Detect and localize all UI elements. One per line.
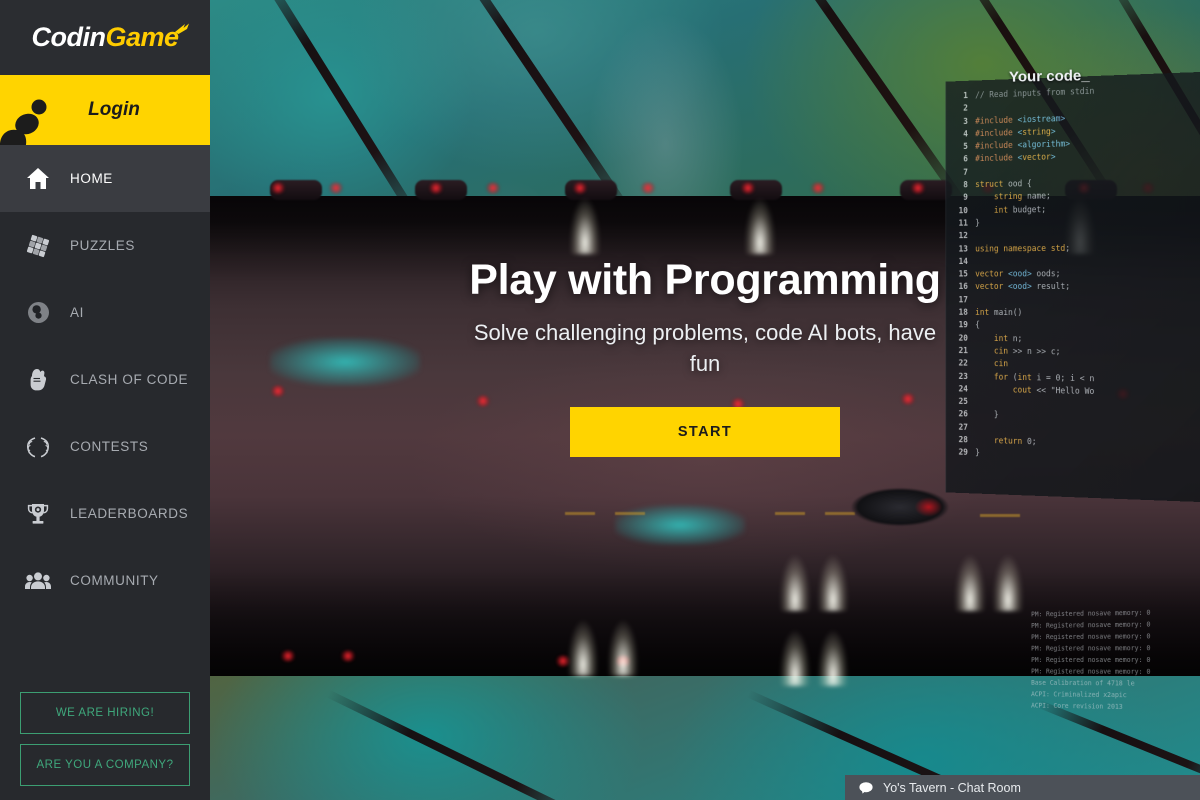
headlight-glow [570, 198, 600, 254]
console-log-line: PM: Registered nosave memory: 0 [1031, 644, 1151, 653]
console-log-line: PM: Registered nosave memory: 0 [1031, 632, 1151, 642]
hero-content: Play with Programming Solve challenging … [210, 256, 1200, 457]
lane-marking [615, 512, 645, 515]
code-text: struct ood { [975, 179, 1032, 191]
trophy-icon [20, 502, 56, 526]
deck-light [270, 182, 286, 194]
bridge-pylon [900, 180, 952, 200]
deck-light [485, 182, 501, 194]
line-number: 10 [958, 206, 968, 216]
chat-room-label: Yo's Tavern - Chat Room [883, 780, 1021, 795]
headlight-glow [993, 555, 1023, 611]
deck-light [910, 182, 926, 194]
line-number: 13 [958, 244, 968, 255]
ai-robot-icon [20, 301, 56, 324]
code-text: string name; [993, 191, 1051, 203]
sidebar-footer: WE ARE HIRING! ARE YOU A COMPANY? [0, 692, 210, 800]
hero-subtitle: Solve challenging problems, code AI bots… [473, 320, 937, 376]
sidebar-item-leaderboards[interactable]: LEADERBOARDS [0, 480, 210, 547]
bridge-pylon [730, 180, 782, 200]
deck-light [640, 182, 656, 194]
home-icon [20, 167, 56, 190]
console-log-line: ACPI: Core revision 2013 [1031, 701, 1123, 711]
teal-glow [615, 505, 745, 545]
deck-light [428, 182, 444, 194]
sidebar-item-label: CONTESTS [70, 439, 149, 454]
sidebar-item-label: LEADERBOARDS [70, 506, 189, 521]
console-log: PM: Registered nosave memory: 0 PM: Regis… [1024, 606, 1200, 716]
code-panel-title: Your code_ [1009, 67, 1091, 86]
code-text: #include <vector> [975, 152, 1056, 165]
line-number: 11 [958, 218, 968, 229]
logo-text: CodinGame [31, 22, 189, 53]
line-number: 2 [963, 104, 968, 114]
sidebar-item-clash-of-code[interactable]: CLASH OF CODE [0, 346, 210, 413]
headlight-glow [608, 620, 638, 676]
lane-marking [565, 512, 595, 515]
page-title: Play with Programming [469, 256, 941, 304]
sidebar: CodinGame Login HOME PUZZLES AI CLASH OF CO… [0, 0, 210, 800]
line-number: 9 [963, 193, 968, 204]
swoosh-check-icon [174, 23, 189, 34]
we-are-hiring-button[interactable]: WE ARE HIRING! [20, 692, 190, 734]
hero-section: 1// Read inputs from stdin 2 3 #include <io… [210, 0, 1200, 800]
sidebar-item-puzzles[interactable]: PUZZLES [0, 212, 210, 279]
login-button[interactable]: Login [0, 75, 210, 145]
line-number: 8 [963, 180, 968, 191]
deck-light [328, 182, 344, 194]
line-number: 3 [963, 116, 968, 127]
sidebar-item-label: PUZZLES [70, 238, 135, 253]
headlight-glow [818, 630, 848, 686]
headlight-glow [780, 630, 810, 686]
sidebar-item-label: AI [70, 305, 84, 320]
page-root: 1// Read inputs from stdin 2 3 #include <io… [0, 0, 1200, 800]
logo[interactable]: CodinGame [0, 0, 210, 75]
headlight-glow [745, 198, 775, 254]
line-number: 1 [963, 91, 968, 102]
chat-bubble-icon [859, 781, 873, 794]
sidebar-item-ai[interactable]: AI [0, 279, 210, 346]
avatar-icon [0, 99, 47, 145]
logo-text-game: Game [105, 22, 179, 52]
puzzle-cube-icon [20, 234, 56, 258]
headlight-glow [568, 620, 598, 676]
sidebar-item-label: COMMUNITY [70, 573, 159, 588]
line-number: 4 [963, 129, 968, 140]
code-line: 13 using namespace std; [950, 242, 1194, 257]
logo-text-codin: Codin [31, 22, 106, 52]
sidebar-nav: HOME PUZZLES AI CLASH OF CODE CONTESTS LEADER… [0, 145, 210, 692]
headlight-glow [780, 555, 810, 611]
code-text: #include <algorithm> [975, 139, 1071, 152]
console-log-line: PM: Registered nosave memory: 0 [1031, 667, 1151, 676]
sidebar-item-label: CLASH OF CODE [70, 372, 189, 387]
deck-light [740, 182, 756, 194]
deck-light [572, 182, 588, 194]
people-group-icon [20, 571, 56, 590]
lane-marking [775, 512, 805, 515]
fist-icon [20, 367, 56, 392]
sidebar-item-label: HOME [70, 171, 113, 186]
sidebar-item-home[interactable]: HOME [0, 145, 210, 212]
headlight-glow [818, 555, 848, 611]
deck-light [810, 182, 826, 194]
code-text: } [975, 218, 980, 229]
sidebar-item-contests[interactable]: CONTESTS [0, 413, 210, 480]
line-number: 5 [963, 142, 968, 153]
laurel-wreath-icon [20, 436, 56, 458]
lane-marking [980, 514, 1020, 517]
console-log-line: PM: Registered nosave memory: 0 [1031, 656, 1151, 664]
headlight-glow [955, 555, 985, 611]
code-text: using namespace std; [975, 243, 1071, 254]
line-number: 7 [963, 167, 968, 178]
are-you-a-company-button[interactable]: ARE YOU A COMPANY? [20, 744, 190, 786]
deck-light [340, 650, 356, 662]
line-number: 6 [963, 155, 968, 165]
deck-light [280, 650, 296, 662]
line-number: 12 [958, 231, 968, 242]
sidebar-item-community[interactable]: COMMUNITY [0, 547, 210, 614]
code-text: int budget; [993, 204, 1047, 216]
start-button[interactable]: START [570, 407, 840, 457]
chat-room-bar[interactable]: Yo's Tavern - Chat Room [845, 775, 1200, 800]
